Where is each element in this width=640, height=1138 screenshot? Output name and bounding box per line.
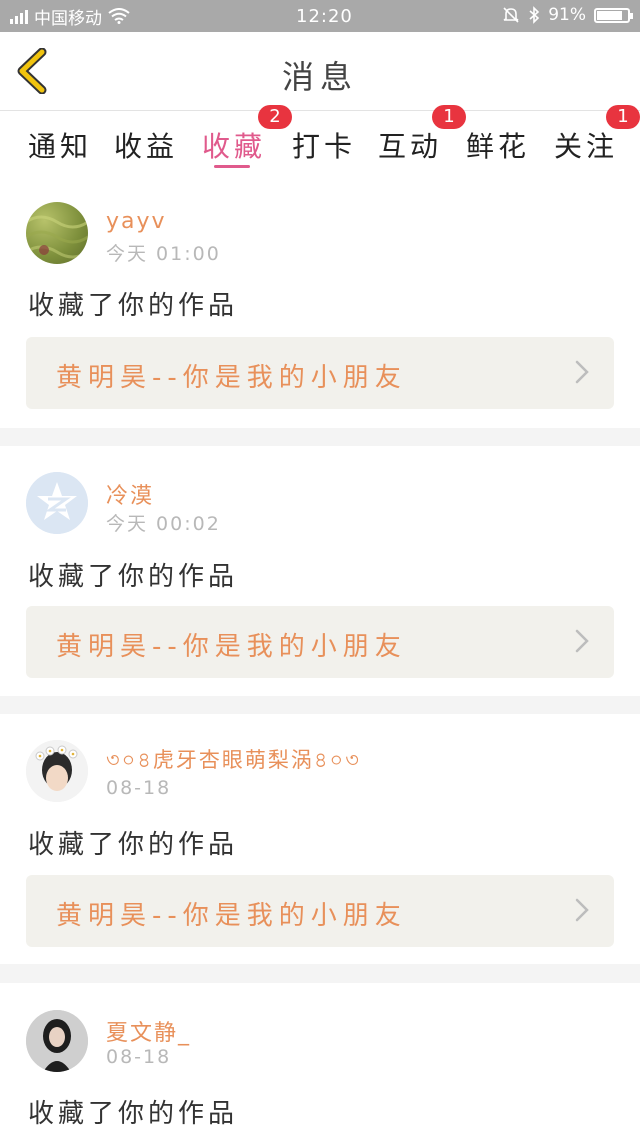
work-title: 黄明昊--你是我的小朋友 (56, 632, 407, 662)
tab-follow[interactable]: 关注 (554, 125, 618, 165)
battery-percent: 91% (548, 5, 586, 25)
active-tab-indicator (214, 165, 250, 168)
action-text: 收藏了你的作品 (28, 291, 239, 321)
battery-fill (597, 10, 623, 20)
status-right: 91% (502, 5, 633, 25)
username[interactable]: yayv (106, 209, 167, 234)
chevron-right-icon (575, 898, 589, 922)
battery-icon (594, 7, 633, 23)
message-time: 08-18 (106, 1046, 172, 1068)
tab-favorites-badge: 2 (258, 105, 292, 129)
action-text: 收藏了你的作品 (28, 562, 239, 592)
signal-icon (10, 8, 28, 24)
avatar[interactable] (26, 740, 88, 802)
username[interactable]: 冷漠 (106, 478, 154, 510)
work-link[interactable]: 黄明昊--你是我的小朋友 (26, 875, 614, 947)
avatar-portrait (26, 740, 88, 802)
status-left: 中国移动 (0, 4, 270, 29)
message-card: ৩০৪虎牙杏眼萌梨涡৪০৩ 08-18 收藏了你的作品 黄明昊--你是我的小朋友 (0, 714, 640, 964)
work-link[interactable]: 黄明昊--你是我的小朋友 (26, 606, 614, 678)
tab-interaction-badge: 1 (432, 105, 466, 129)
message-time: 今天 00:02 (106, 513, 221, 535)
username[interactable]: 夏文静_ (106, 1015, 191, 1047)
bell-off-icon (503, 7, 519, 23)
avatar[interactable] (26, 1010, 88, 1072)
action-text: 收藏了你的作品 (28, 1099, 239, 1129)
avatar[interactable] (26, 472, 88, 534)
tab-interaction[interactable]: 互动 (378, 125, 442, 165)
chevron-right-icon (575, 360, 589, 384)
work-title: 黄明昊--你是我的小朋友 (56, 901, 407, 931)
chevron-right-icon (575, 629, 589, 653)
tab-follow-badge: 1 (606, 105, 640, 129)
tab-earnings[interactable]: 收益 (114, 125, 178, 165)
avatar-knit-pattern (26, 215, 88, 259)
tab-flowers[interactable]: 鲜花 (466, 125, 530, 165)
message-card: 冷漠 今天 00:02 收藏了你的作品 黄明昊--你是我的小朋友 (0, 446, 640, 696)
tab-bar: 通知 收益 收藏 2 打卡 互动 1 鲜花 关注 1 (0, 105, 640, 179)
wifi-icon (108, 8, 130, 24)
status-time: 12:20 (296, 6, 353, 27)
tab-notifications[interactable]: 通知 (28, 125, 92, 165)
bluetooth-icon (529, 6, 540, 24)
header: 消息 (0, 32, 640, 111)
username[interactable]: ৩০৪虎牙杏眼萌梨涡৪০৩ (106, 744, 361, 779)
message-time: 今天 01:00 (106, 243, 221, 265)
message-card: 夏文静_ 08-18 收藏了你的作品 (0, 983, 640, 1138)
tab-favorites[interactable]: 收藏 (202, 125, 266, 165)
carrier-label: 中国移动 (34, 8, 102, 29)
message-card: yayv 今天 01:00 收藏了你的作品 黄明昊--你是我的小朋友 (0, 179, 640, 428)
tab-checkin[interactable]: 打卡 (292, 125, 356, 165)
work-title: 黄明昊--你是我的小朋友 (56, 363, 407, 393)
message-time: 08-18 (106, 777, 172, 799)
default-avatar-icon (26, 472, 88, 534)
avatar[interactable] (26, 202, 88, 264)
status-bar: 中国移动 12:20 91% (0, 0, 640, 32)
avatar-portrait (26, 1010, 88, 1072)
page-title: 消息 (281, 58, 358, 96)
action-text: 收藏了你的作品 (28, 830, 239, 860)
work-link[interactable]: 黄明昊--你是我的小朋友 (26, 337, 614, 409)
